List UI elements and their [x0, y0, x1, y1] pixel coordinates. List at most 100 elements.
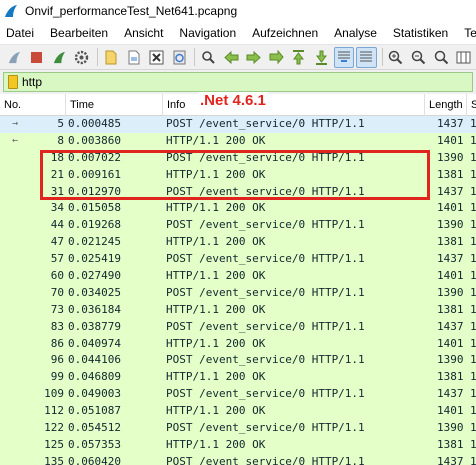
- column-header-no[interactable]: No.: [0, 94, 66, 116]
- packet-time: 0.025419: [68, 252, 121, 266]
- zoom-in-icon[interactable]: [386, 47, 407, 68]
- packet-row[interactable]: 112 0.051087 HTTP/1.1 200 OK 1401 1: [0, 403, 476, 421]
- gear-options-icon[interactable]: [72, 47, 93, 68]
- packet-extra: 1: [470, 218, 476, 232]
- packet-info: POST /event_service/0 HTTP/1.1: [166, 421, 365, 435]
- packet-info: HTTP/1.1 200 OK: [166, 302, 266, 316]
- reload-icon[interactable]: [169, 47, 190, 68]
- find-packet-icon[interactable]: [198, 47, 219, 68]
- resize-columns-icon[interactable]: [453, 47, 474, 68]
- packet-info: POST /event_service/0 HTTP/1.1: [166, 454, 365, 465]
- packet-length: 1401: [437, 201, 464, 215]
- packet-number: 112: [44, 404, 64, 418]
- packet-time: 0.060420: [68, 454, 121, 465]
- packet-row[interactable]: 83 0.038779 POST /event_service/0 HTTP/1.1…: [0, 318, 476, 336]
- packet-extra: 1: [470, 454, 476, 465]
- packet-info: HTTP/1.1 200 OK: [166, 437, 266, 451]
- go-last-icon[interactable]: [311, 47, 332, 68]
- packet-number: 135: [44, 454, 64, 465]
- menu-analyse[interactable]: Analyse: [326, 26, 385, 40]
- packet-info: HTTP/1.1 200 OK: [166, 404, 266, 418]
- go-forward-icon[interactable]: [243, 47, 264, 68]
- packet-info: HTTP/1.1 200 OK: [166, 133, 266, 147]
- toolbar-separator: [97, 48, 99, 66]
- menu-statistiken[interactable]: Statistiken: [385, 26, 456, 40]
- packet-row[interactable]: 109 0.049003 POST /event_service/0 HTTP/1.…: [0, 386, 476, 404]
- close-file-icon[interactable]: [146, 47, 167, 68]
- wireshark-fin-icon: [3, 3, 19, 19]
- packet-length: 1381: [437, 437, 464, 451]
- packet-length: 1390: [437, 421, 464, 435]
- packet-time: 0.003860: [68, 133, 121, 147]
- packet-row[interactable]: 34 0.015058 HTTP/1.1 200 OK 1401 1: [0, 200, 476, 218]
- packet-row[interactable]: 125 0.057353 HTTP/1.1 200 OK 1381 1: [0, 436, 476, 454]
- main-toolbar: [0, 44, 476, 70]
- filter-bookmark-icon[interactable]: [8, 75, 18, 89]
- packet-time: 0.019268: [68, 218, 121, 232]
- packet-number: 8: [57, 133, 64, 147]
- packet-number: 44: [50, 218, 64, 232]
- packet-row[interactable]: 73 0.036184 HTTP/1.1 200 OK 1381 1: [0, 301, 476, 319]
- packet-row[interactable]: 135 0.060420 POST /event_service/0 HTTP/1.…: [0, 453, 476, 465]
- packet-time: 0.049003: [68, 387, 121, 401]
- packet-length: 1437: [437, 252, 464, 266]
- save-file-icon[interactable]: [124, 47, 145, 68]
- packet-info: HTTP/1.1 200 OK: [166, 336, 266, 350]
- menu-aufzeichnen[interactable]: Aufzeichnen: [244, 26, 326, 40]
- menu-ansicht[interactable]: Ansicht: [116, 26, 171, 40]
- packet-length: 1437: [437, 319, 464, 333]
- colorize-icon[interactable]: [356, 46, 377, 68]
- packet-extra: 1: [470, 285, 476, 299]
- autoscroll-icon[interactable]: [333, 46, 355, 68]
- zoom-out-icon[interactable]: [408, 47, 429, 68]
- menu-datei[interactable]: Datei: [0, 26, 42, 40]
- open-file-icon[interactable]: [101, 47, 122, 68]
- column-header-length[interactable]: Length: [425, 94, 467, 116]
- annotation-highlight-box: [40, 150, 430, 200]
- packet-direction-arrow: ←: [11, 134, 19, 146]
- packet-length: 1401: [437, 133, 464, 147]
- packet-row[interactable]: 70 0.034025 POST /event_service/0 HTTP/1.1…: [0, 284, 476, 302]
- menu-bearbeiten[interactable]: Bearbeiten: [42, 26, 116, 40]
- packet-extra: 1: [470, 353, 476, 367]
- packet-row[interactable]: 47 0.021245 HTTP/1.1 200 OK 1381 1: [0, 234, 476, 252]
- go-first-icon[interactable]: [289, 47, 310, 68]
- restart-fin-icon[interactable]: [49, 47, 70, 68]
- packet-extra: 1: [470, 336, 476, 350]
- packet-info: POST /event_service/0 HTTP/1.1: [166, 285, 365, 299]
- packet-number: 70: [50, 285, 64, 299]
- go-to-packet-icon[interactable]: [266, 47, 287, 68]
- packet-row[interactable]: 86 0.040974 HTTP/1.1 200 OK 1401 1: [0, 335, 476, 353]
- packet-number: 57: [50, 252, 64, 266]
- display-filter-input[interactable]: [22, 73, 472, 91]
- go-back-icon[interactable]: [221, 47, 242, 68]
- column-header-extra[interactable]: S: [467, 94, 476, 116]
- packet-info: POST /event_service/0 HTTP/1.1: [166, 218, 365, 232]
- packet-row[interactable]: 122 0.054512 POST /event_service/0 HTTP/1.…: [0, 420, 476, 437]
- packet-time: 0.040974: [68, 336, 121, 350]
- packet-extra: 1: [470, 302, 476, 316]
- packet-length: 1437: [437, 184, 464, 198]
- packet-info: POST /event_service/0 HTTP/1.1: [166, 353, 365, 367]
- packet-row[interactable]: 60 0.027490 HTTP/1.1 200 OK 1401 1: [0, 268, 476, 285]
- packet-length: 1390: [437, 353, 464, 367]
- column-header-time[interactable]: Time: [66, 94, 163, 116]
- packet-row[interactable]: 57 0.025419 POST /event_service/0 HTTP/1.1…: [0, 251, 476, 269]
- menu-navigation[interactable]: Navigation: [171, 26, 244, 40]
- packet-row[interactable]: ← 8 0.003860 HTTP/1.1 200 OK 1401 1: [0, 132, 476, 150]
- zoom-normal-icon[interactable]: [431, 47, 452, 68]
- packet-row[interactable]: 99 0.046809 HTTP/1.1 200 OK 1381 1: [0, 369, 476, 387]
- packet-time: 0.027490: [68, 269, 121, 283]
- stop-square-icon[interactable]: [27, 47, 48, 68]
- packet-extra: 1: [470, 150, 476, 164]
- packet-row[interactable]: 44 0.019268 POST /event_service/0 HTTP/1.1…: [0, 217, 476, 235]
- packet-row[interactable]: → 5 0.000485 POST /event_service/0 HTTP/1.1…: [0, 116, 476, 133]
- packet-extra: 1: [470, 252, 476, 266]
- packet-length: 1381: [437, 302, 464, 316]
- shark-fin-start-icon[interactable]: [4, 47, 25, 68]
- packet-row[interactable]: 96 0.044106 POST /event_service/0 HTTP/1.1…: [0, 352, 476, 370]
- menu-telephony[interactable]: Tel: [456, 26, 476, 40]
- packet-number: 86: [50, 336, 64, 350]
- packet-info: POST /event_service/0 HTTP/1.1: [166, 387, 365, 401]
- packet-extra: 1: [470, 133, 476, 147]
